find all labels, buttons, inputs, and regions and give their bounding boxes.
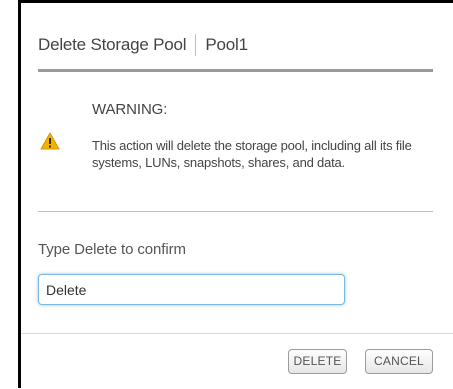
title-divider xyxy=(38,69,433,72)
confirm-input[interactable] xyxy=(38,274,345,305)
warning-triangle-icon xyxy=(40,132,60,150)
confirm-label: Type Delete to confirm xyxy=(38,241,186,258)
cancel-button[interactable]: CANCEL xyxy=(365,349,433,374)
section-divider xyxy=(38,211,433,212)
warning-message: This action will delete the storage pool… xyxy=(92,138,412,170)
delete-storage-pool-dialog: Delete Storage Pool Pool1 WARNING: This … xyxy=(18,0,453,389)
delete-button[interactable]: DELETE xyxy=(288,349,347,374)
dialog-title-bar: Delete Storage Pool Pool1 xyxy=(38,33,248,57)
dialog-title: Delete Storage Pool xyxy=(38,35,187,54)
title-separator xyxy=(195,34,197,56)
warning-heading: WARNING: xyxy=(92,101,168,118)
dialog-footer: DELETE CANCEL xyxy=(21,333,453,389)
pool-name: Pool1 xyxy=(205,35,248,54)
